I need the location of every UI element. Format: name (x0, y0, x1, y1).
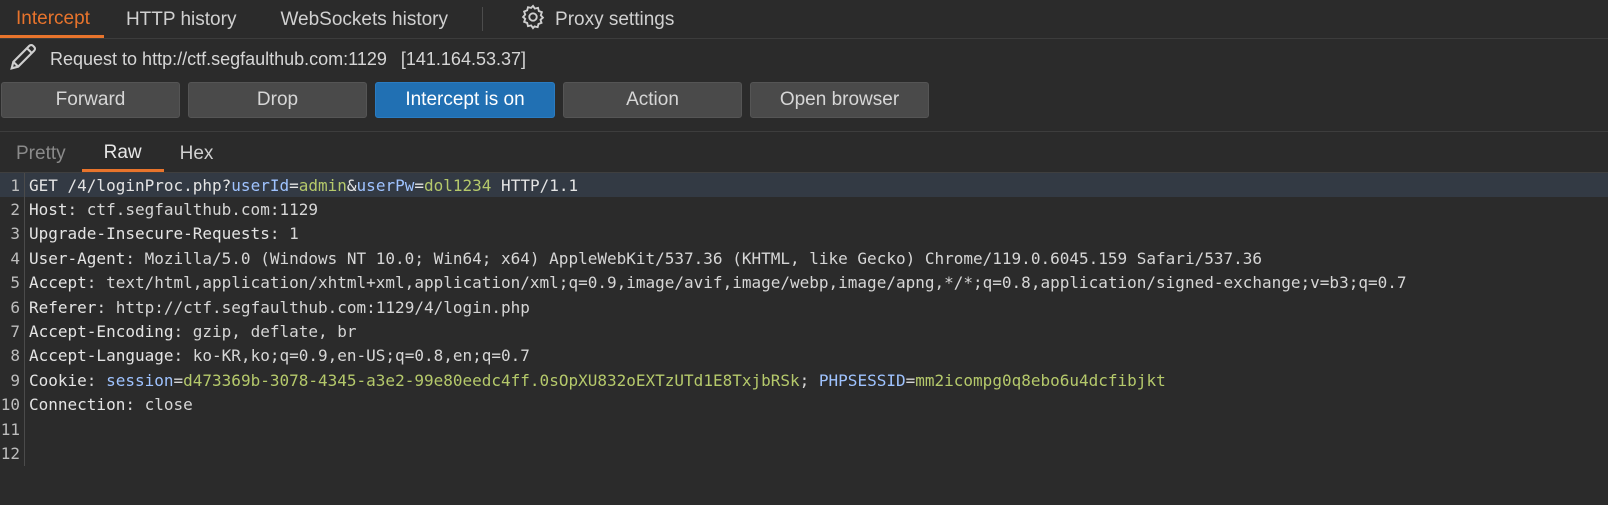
header-name: Accept (29, 273, 87, 293)
intercept-toggle-button[interactable]: Intercept is on (375, 82, 555, 118)
header-name: Cookie (29, 370, 87, 390)
line-number: 4 (0, 246, 25, 271)
header-line: 10 Connection: close (0, 392, 1608, 417)
action-button[interactable]: Action (563, 82, 742, 118)
header-text: Accept-Language: ko-KR,ko;q=0.9,en-US;q=… (25, 346, 530, 365)
semicolon: ; (799, 370, 819, 390)
request-line-text: GET /4/loginProc.php?userId=admin&userPw… (25, 176, 578, 195)
line-number: 8 (0, 343, 25, 369)
header-text: Connection: close (25, 395, 193, 414)
cookie-name: PHPSESSID (818, 370, 906, 390)
header-line: 3 Upgrade-Insecure-Requests: 1 (0, 221, 1608, 247)
equals-sign: = (414, 175, 424, 195)
cookie-value: d473369b-3078-4345-a3e2-99e80eedc4ff.0sO… (183, 370, 800, 390)
header-line: 7 Accept-Encoding: gzip, deflate, br (0, 319, 1608, 344)
line-number: 7 (0, 319, 25, 344)
equals-sign: = (289, 175, 299, 195)
drop-button[interactable]: Drop (188, 82, 367, 118)
header-value: : close (125, 395, 193, 415)
request-target-line: Request to http://ctf.segfaulthub.com:11… (0, 39, 1608, 79)
line-number: 3 (0, 221, 25, 247)
line-number: 9 (0, 368, 25, 393)
header-value: : 1 (269, 224, 299, 244)
header-name: User-Agent (29, 248, 126, 268)
header-name: Host (29, 200, 68, 220)
header-value: : ctf.segfaulthub.com:1129 (67, 200, 318, 220)
pencil-icon[interactable] (6, 40, 50, 79)
equals-sign: = (173, 370, 184, 390)
cookie-line: 9 Cookie: session=d473369b-3078-4345-a3e… (0, 368, 1608, 393)
cookie-name: session (106, 370, 174, 390)
header-value: : ko-KR,ko;q=0.9,en-US;q=0.8,en;q=0.7 (173, 346, 530, 366)
proxy-tab-bar: Intercept HTTP history WebSockets histor… (0, 0, 1608, 39)
request-url: Request to http://ctf.segfaulthub.com:11… (50, 48, 387, 69)
tab-websockets-history[interactable]: WebSockets history (258, 2, 470, 38)
line-number: 10 (0, 392, 25, 417)
empty-line: 11 (0, 416, 1608, 442)
param-name: userId (231, 175, 290, 195)
protocol: HTTP/1.1 (491, 175, 579, 195)
open-browser-button[interactable]: Open browser (750, 82, 929, 118)
header-name: Upgrade-Insecure-Requests (29, 224, 270, 244)
header-text: Referer: http://ctf.segfaulthub.com:1129… (25, 298, 530, 317)
colon: : (86, 370, 107, 390)
header-value: : Mozilla/5.0 (Windows NT 10.0; Win64; x… (125, 248, 1262, 268)
header-text: Accept-Encoding: gzip, deflate, br (25, 322, 357, 341)
request-ip: [141.164.53.37] (400, 48, 527, 69)
tab-pretty[interactable]: Pretty (0, 136, 82, 172)
gear-icon (519, 3, 547, 37)
message-view-tabs: Pretty Raw Hex (0, 132, 1608, 173)
line-number: 2 (0, 197, 25, 222)
line-number: 5 (0, 270, 25, 295)
header-value: : gzip, deflate, br (173, 322, 357, 342)
proxy-settings-label: Proxy settings (555, 9, 675, 30)
param-value: admin (298, 175, 347, 195)
tab-hex[interactable]: Hex (164, 136, 230, 172)
header-value: : text/html,application/xhtml+xml,applic… (86, 273, 1407, 293)
header-line: 5 Accept: text/html,application/xhtml+xm… (0, 270, 1608, 295)
header-text: Accept: text/html,application/xhtml+xml,… (25, 273, 1407, 292)
equals-sign: = (905, 370, 916, 390)
header-text: Host: ctf.segfaulthub.com:1129 (25, 200, 318, 219)
header-line: 8 Accept-Language: ko-KR,ko;q=0.9,en-US;… (0, 343, 1608, 369)
intercept-toolbar: Forward Drop Intercept is on Action Open… (0, 79, 1608, 121)
line-number: 6 (0, 294, 25, 320)
param-value: dol1234 (423, 175, 492, 195)
header-value: : http://ctf.segfaulthub.com:1129/4/logi… (96, 297, 530, 317)
header-text: Upgrade-Insecure-Requests: 1 (25, 224, 299, 243)
empty-line: 12 (0, 441, 1608, 466)
header-line: 4 User-Agent: Mozilla/5.0 (Windows NT 10… (0, 246, 1608, 271)
tab-intercept[interactable]: Intercept (0, 2, 104, 38)
tab-raw[interactable]: Raw (81, 136, 164, 172)
line-number: 12 (0, 441, 25, 466)
header-line: 6 Referer: http://ctf.segfaulthub.com:11… (0, 294, 1608, 320)
ampersand: & (346, 175, 357, 195)
tab-separator (482, 7, 484, 31)
header-name: Accept-Encoding (29, 322, 174, 342)
method-path: GET /4/loginProc.php? (29, 175, 232, 195)
cookie-value: mm2icompg0q8ebo6u4dcfibjkt (915, 370, 1166, 390)
proxy-settings-button[interactable]: Proxy settings (497, 2, 696, 38)
line-number: 11 (0, 416, 25, 442)
header-line: 2 Host: ctf.segfaulthub.com:1129 (0, 197, 1608, 222)
line-number: 1 (0, 173, 25, 198)
header-name: Referer (29, 297, 97, 317)
tab-http-history[interactable]: HTTP history (104, 2, 259, 38)
header-name: Accept-Language (29, 346, 174, 366)
raw-request-editor[interactable]: 1 GET /4/loginProc.php?userId=admin&user… (0, 173, 1608, 466)
param-name: userPw (356, 175, 415, 195)
request-line: 1 GET /4/loginProc.php?userId=admin&user… (0, 173, 1608, 198)
cookie-text: Cookie: session=d473369b-3078-4345-a3e2-… (25, 371, 1166, 390)
header-text: User-Agent: Mozilla/5.0 (Windows NT 10.0… (25, 249, 1262, 268)
forward-button[interactable]: Forward (1, 82, 180, 118)
header-name: Connection (29, 395, 126, 415)
